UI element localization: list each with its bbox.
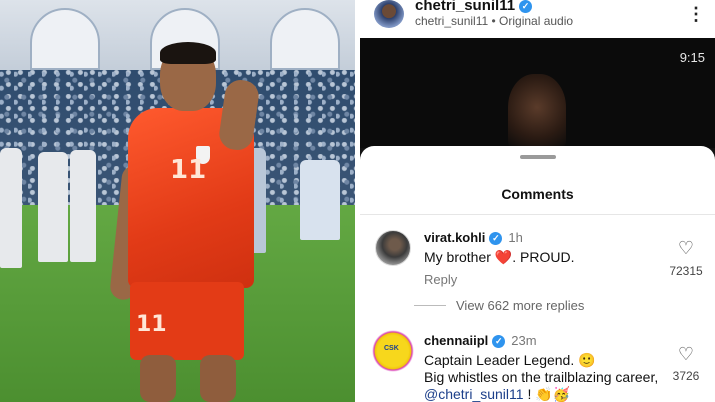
player-photo: 11 11: [0, 0, 355, 402]
shorts-number: 11: [136, 312, 167, 337]
stadium-arch: [30, 8, 100, 70]
verified-badge-icon: ✓: [519, 0, 533, 13]
comment-username[interactable]: virat.kohli ✓ 1h: [424, 230, 523, 245]
reel-header: chetri_sunil11 ✓ chetri_sunil11 • Origina…: [360, 0, 715, 38]
reply-button[interactable]: Reply: [424, 272, 457, 287]
comment-text-line: Big whistles on the trailblazing career,: [424, 369, 659, 385]
like-count: 72315: [669, 264, 703, 278]
heart-icon[interactable]: ♡: [676, 238, 696, 259]
view-more-replies[interactable]: View 662 more replies: [414, 298, 584, 313]
instagram-reel-panel: chetri_sunil11 ✓ chetri_sunil11 • Origina…: [360, 0, 715, 402]
comment-username[interactable]: chennaiipl ✓ 23m: [424, 333, 537, 348]
verified-badge-icon: ✓: [489, 232, 503, 245]
bystander: [70, 150, 96, 262]
comments-title: Comments: [501, 186, 574, 202]
stadium-arch: [270, 8, 340, 70]
player-hair: [160, 42, 216, 64]
comment-text-part: My brother: [424, 249, 495, 265]
team-logo-icon: CSK: [384, 345, 399, 352]
player-leg: [140, 355, 176, 402]
reel-username-text[interactable]: chetri_sunil11: [415, 0, 515, 14]
comments-sheet: Comments virat.kohli ✓ 1h My brother ❤️. P…: [360, 146, 715, 402]
red-heart-emoji: ❤️: [494, 249, 513, 265]
reel-author-avatar[interactable]: [374, 0, 404, 28]
comment-time: 23m: [511, 333, 537, 348]
bystander: [300, 160, 340, 240]
bystander: [38, 152, 68, 262]
video-timestamp: 9:15: [679, 50, 705, 65]
player-leg: [200, 355, 236, 402]
comment-username-text[interactable]: virat.kohli: [424, 230, 485, 245]
sheet-drag-handle[interactable]: [520, 155, 556, 159]
bystander: [0, 148, 22, 268]
reel-username[interactable]: chetri_sunil11 ✓: [415, 0, 533, 14]
comment-time: 1h: [508, 230, 523, 245]
user-mention-link[interactable]: @chetri_sunil11: [424, 386, 524, 402]
more-options-icon[interactable]: ⋮: [687, 4, 705, 24]
heart-icon[interactable]: ♡: [676, 344, 696, 365]
view-replies-label[interactable]: View 662 more replies: [456, 298, 584, 313]
verified-badge-icon: ✓: [492, 335, 506, 348]
replies-line: [414, 305, 446, 306]
reel-audio-label[interactable]: chetri_sunil11 • Original audio: [415, 14, 573, 28]
comment-text-line: Captain Leader Legend. 🙂: [424, 352, 596, 368]
video-frame-face: [508, 74, 566, 148]
comment-text-part: . PROUD.: [512, 249, 575, 265]
jersey-number: 11: [170, 155, 207, 185]
commenter-avatar[interactable]: [375, 230, 411, 266]
comment-text-line: @chetri_sunil11 ! 👏🥳: [424, 386, 570, 402]
divider: [360, 214, 715, 215]
comment-text-part: ! 👏🥳: [523, 386, 571, 402]
comment-text: My brother ❤️. PROUD.: [424, 249, 574, 266]
like-count: 3726: [672, 369, 700, 383]
reel-video[interactable]: 9:15: [360, 38, 715, 148]
comment-username-text[interactable]: chennaiipl: [424, 333, 488, 348]
